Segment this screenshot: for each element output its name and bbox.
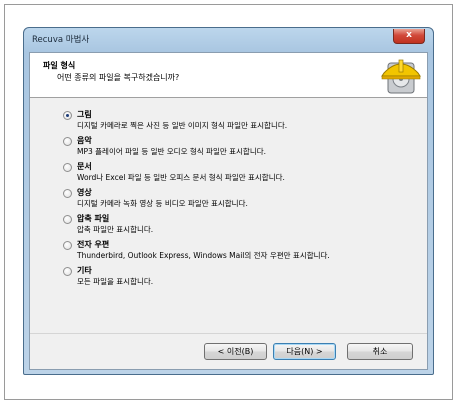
window-title: Recuva 마법사 [32,35,90,45]
option-email[interactable]: 전자 우편 Thunderbird, Outlook Express, Wind… [63,239,418,265]
other-radio[interactable] [63,267,72,276]
option-pictures[interactable]: 그림 디지털 카메라로 찍은 사진 등 일반 이미지 형식 파일만 표시합니다. [63,109,418,135]
title-bar[interactable]: Recuva 마법사 x [24,28,433,52]
wizard-header: 파일 형식 어떤 종류의 파일을 복구하겠습니까? [30,53,427,98]
option-description: 모든 파일을 표시합니다. [77,277,154,286]
video-radio[interactable] [63,189,72,198]
music-radio[interactable] [63,137,72,146]
button-area-divider [30,333,427,334]
file-type-options: 그림 디지털 카메라로 찍은 사진 등 일반 이미지 형식 파일만 표시합니다.… [63,109,418,291]
documents-radio[interactable] [63,163,72,172]
option-label: 기타 [77,266,92,275]
option-compressed[interactable]: 압축 파일 압축 파일만 표시합니다. [63,213,418,239]
option-description: Word나 Excel 파일 등 일반 오피스 문서 형식 파일만 표시합니다. [77,173,285,182]
recuva-hardhat-drive-icon [381,59,421,94]
option-label: 영상 [77,188,92,197]
wizard-client-area: 파일 형식 어떤 종류의 파일을 복구하겠습니까? 그림 디지털 카메라로 찍은… [29,52,428,370]
option-description: 압축 파일만 표시합니다. [77,225,154,234]
back-button[interactable]: < 이전(B) [204,343,267,360]
option-description: Thunderbird, Outlook Express, Windows Ma… [77,251,330,260]
option-label: 전자 우편 [77,240,110,249]
compressed-radio[interactable] [63,215,72,224]
page-subtitle: 어떤 종류의 파일을 복구하겠습니까? [57,73,180,82]
page-title: 파일 형식 [43,61,76,70]
option-description: 디지털 카메라 녹화 영상 등 비디오 파일만 표시합니다. [77,199,248,208]
option-label: 음악 [77,136,92,145]
email-radio[interactable] [63,241,72,250]
next-button[interactable]: 다음(N) > [273,343,336,360]
cancel-button[interactable]: 취소 [347,343,413,360]
option-description: MP3 플레이어 파일 등 일반 오디오 형식 파일만 표시합니다. [77,147,267,156]
option-label: 압축 파일 [77,214,110,223]
pictures-radio[interactable] [63,111,72,120]
option-label: 그림 [77,110,92,119]
option-label: 문서 [77,162,92,171]
option-documents[interactable]: 문서 Word나 Excel 파일 등 일반 오피스 문서 형식 파일만 표시합… [63,161,418,187]
option-music[interactable]: 음악 MP3 플레이어 파일 등 일반 오디오 형식 파일만 표시합니다. [63,135,418,161]
option-video[interactable]: 영상 디지털 카메라 녹화 영상 등 비디오 파일만 표시합니다. [63,187,418,213]
recuva-wizard-window: Recuva 마법사 x 파일 형식 어떤 종류의 파일을 복구하겠습니까? 그… [23,27,434,375]
option-other[interactable]: 기타 모든 파일을 표시합니다. [63,265,418,291]
close-button[interactable]: x [393,29,425,44]
option-description: 디지털 카메라로 찍은 사진 등 일반 이미지 형식 파일만 표시합니다. [77,121,288,130]
